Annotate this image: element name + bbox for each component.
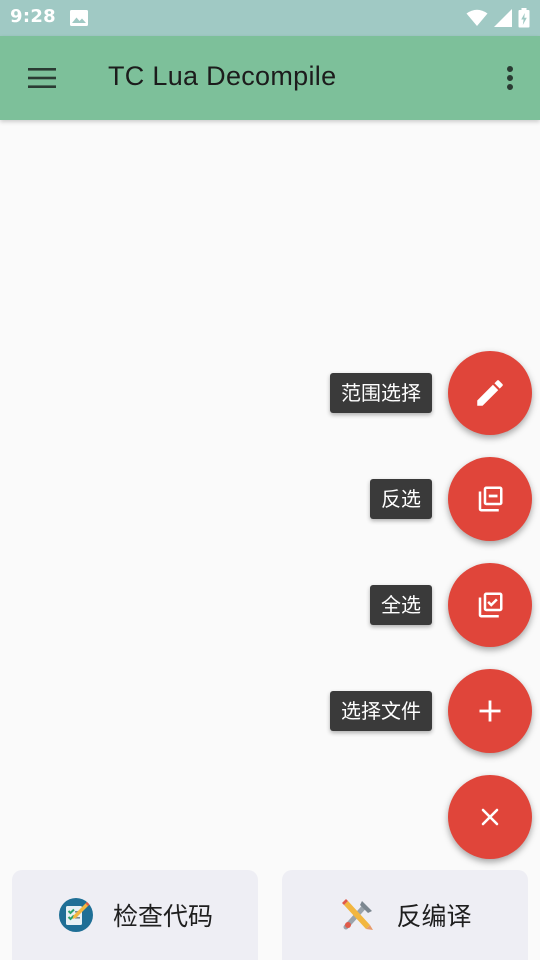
decompile-label: 反编译 xyxy=(396,902,472,931)
fab-close-row[interactable] xyxy=(448,775,532,859)
fab-label[interactable]: 全选 xyxy=(370,585,432,625)
invert-selection-button[interactable] xyxy=(448,457,532,541)
fab-item-select-all[interactable]: 全选 xyxy=(370,563,532,647)
app-bar: TC Lua Decompile xyxy=(0,36,540,120)
fab-item-select-file[interactable]: 选择文件 xyxy=(330,669,532,753)
select-file-button[interactable] xyxy=(448,669,532,753)
check-code-button[interactable]: 检查代码 xyxy=(12,870,258,960)
status-bar: 9:28 xyxy=(0,0,540,36)
fab-label[interactable]: 反选 xyxy=(370,479,432,519)
select-all-icon xyxy=(478,592,503,618)
fab-item-invert-selection[interactable]: 反选 xyxy=(370,457,532,541)
decompile-button[interactable]: 反编译 xyxy=(282,870,528,960)
fab-item-range-select[interactable]: 范围选择 xyxy=(330,351,532,435)
signal-icon xyxy=(494,9,512,27)
code-check-icon xyxy=(58,898,93,932)
close-menu-button[interactable] xyxy=(448,775,532,859)
range-select-button[interactable] xyxy=(448,351,532,435)
status-icons xyxy=(466,7,530,29)
invert-selection-icon xyxy=(478,486,503,512)
decompile-tools-icon xyxy=(342,899,374,930)
check-code-label: 检查代码 xyxy=(112,902,213,931)
fab-label[interactable]: 选择文件 xyxy=(330,691,432,731)
select-all-button[interactable] xyxy=(448,563,532,647)
wifi-icon xyxy=(466,9,488,26)
menu-icon[interactable] xyxy=(26,64,58,92)
status-time: 9:28 xyxy=(10,6,56,27)
image-icon xyxy=(70,10,88,26)
close-icon xyxy=(481,808,499,826)
plus-icon xyxy=(479,700,501,722)
battery-charging-icon xyxy=(518,8,530,28)
pencil-icon xyxy=(477,380,503,406)
app-title: TC Lua Decompile xyxy=(108,61,337,91)
fab-label[interactable]: 范围选择 xyxy=(330,373,432,413)
overflow-menu-icon[interactable] xyxy=(498,62,522,94)
